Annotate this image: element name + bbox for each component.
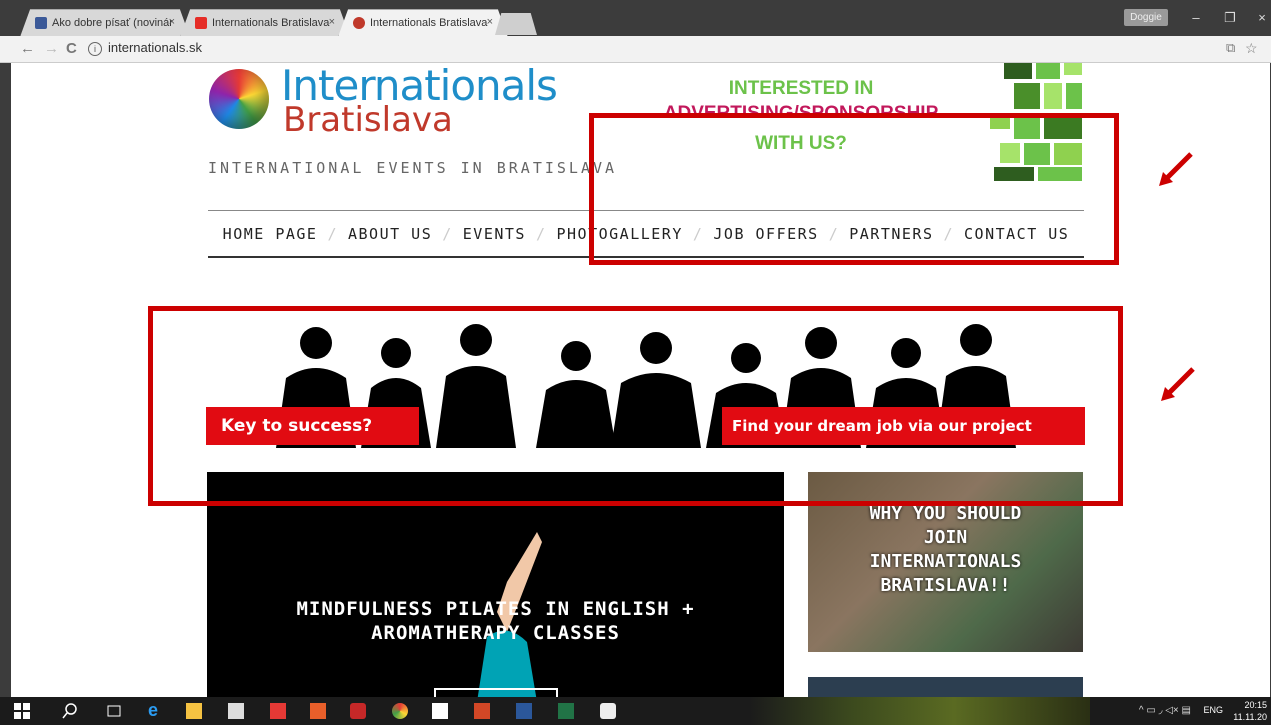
nav-label[interactable]: HOME PAGE [223,225,318,243]
minimize-button[interactable]: – [1186,10,1206,25]
mail-icon[interactable] [270,703,286,719]
new-tab-button[interactable] [495,13,537,35]
youtube-icon [195,17,207,29]
ad-banner-line1[interactable]: INTERESTED IN [651,78,951,100]
info-icon[interactable]: i [88,41,102,56]
nav-label[interactable]: EVENTS [463,225,526,243]
nav-home-page[interactable]: HOME PAGE [223,225,318,243]
globe-icon [353,17,365,29]
nav-events[interactable]: / EVENTS [432,225,526,243]
windows-taskbar: e ^ ▭ ◞ ◁× ▤ ENG 20:15 11.11.20 [0,697,1271,725]
browser-toolbar: ← → C i internationals.sk ⧉ ☆ [0,36,1271,63]
system-tray-icons[interactable]: ^ ▭ ◞ ◁× ▤ [1139,705,1191,716]
side-card-secondary[interactable] [808,677,1083,697]
close-icon[interactable]: × [329,16,335,28]
nav-label[interactable]: ABOUT US [348,225,432,243]
browser-tab-strip: Ako dobre písať (novinár × International… [0,0,1271,37]
translate-icon[interactable]: ⧉ [1226,40,1235,56]
profile-chip[interactable]: Doggie [1124,9,1168,26]
restore-button[interactable]: ❐ [1220,10,1240,26]
task-view-icon[interactable] [106,703,122,719]
envelope-icon[interactable] [432,703,448,719]
file-explorer-icon[interactable] [186,703,202,719]
excel-icon[interactable] [558,703,574,719]
annotation-arrow-icon [1159,152,1193,186]
tab-label: Internationals Bratislava | [370,17,490,29]
address-bar[interactable]: i internationals.sk [88,39,1228,57]
office-icon[interactable] [310,703,326,719]
annotation-box-banner [148,306,1123,506]
powerpoint-icon[interactable] [474,703,490,719]
edge-browser-icon[interactable]: e [148,700,164,720]
tab-label: Ako dobre písať (novinár [52,17,172,29]
close-window-button[interactable]: × [1252,10,1271,25]
back-icon[interactable]: ← [20,40,35,57]
why-join-title: WHY YOU SHOULD JOIN INTERNATIONALS BRATI… [869,503,1022,596]
tab-internationals-active[interactable]: Internationals Bratislava | × [338,9,508,37]
store-icon[interactable] [228,703,244,719]
chrome-icon[interactable] [392,703,408,719]
read-more-button[interactable] [434,688,558,697]
word-icon[interactable] [516,703,532,719]
facebook-icon [35,17,47,29]
brand-city[interactable]: Bratislava [283,100,453,140]
tab-facebook[interactable]: Ako dobre písať (novinár × [20,9,190,37]
language-indicator[interactable]: ENG [1203,705,1223,715]
solitaire-cards-icon[interactable] [600,703,616,719]
globe-logo-icon[interactable] [209,69,269,129]
close-icon[interactable]: × [169,16,175,28]
site-tagline: INTERNATIONAL EVENTS IN BRATISLAVA [208,159,618,177]
tab-label: Internationals Bratislava [212,17,330,29]
bookmark-star-icon[interactable]: ☆ [1245,40,1258,57]
antivirus-shield-icon[interactable] [350,703,366,719]
nav-about-us[interactable]: / ABOUT US [317,225,432,243]
search-icon[interactable] [62,703,78,719]
taskbar-wallpaper-strip [750,697,1090,725]
windows-start-icon[interactable] [14,703,30,719]
close-icon[interactable]: × [487,16,493,28]
url-text: internationals.sk [108,40,202,55]
featured-event-title[interactable]: MINDFULNESS PILATES IN ENGLISH + AROMATH… [207,597,784,645]
clock[interactable]: 20:15 11.11.20 [1233,699,1267,723]
reload-icon[interactable]: C [66,40,77,57]
tab-youtube[interactable]: Internationals Bratislava × [180,9,350,37]
forward-icon[interactable]: → [44,40,59,57]
annotation-arrow-icon [1161,367,1195,401]
annotation-box-ad [589,113,1119,265]
